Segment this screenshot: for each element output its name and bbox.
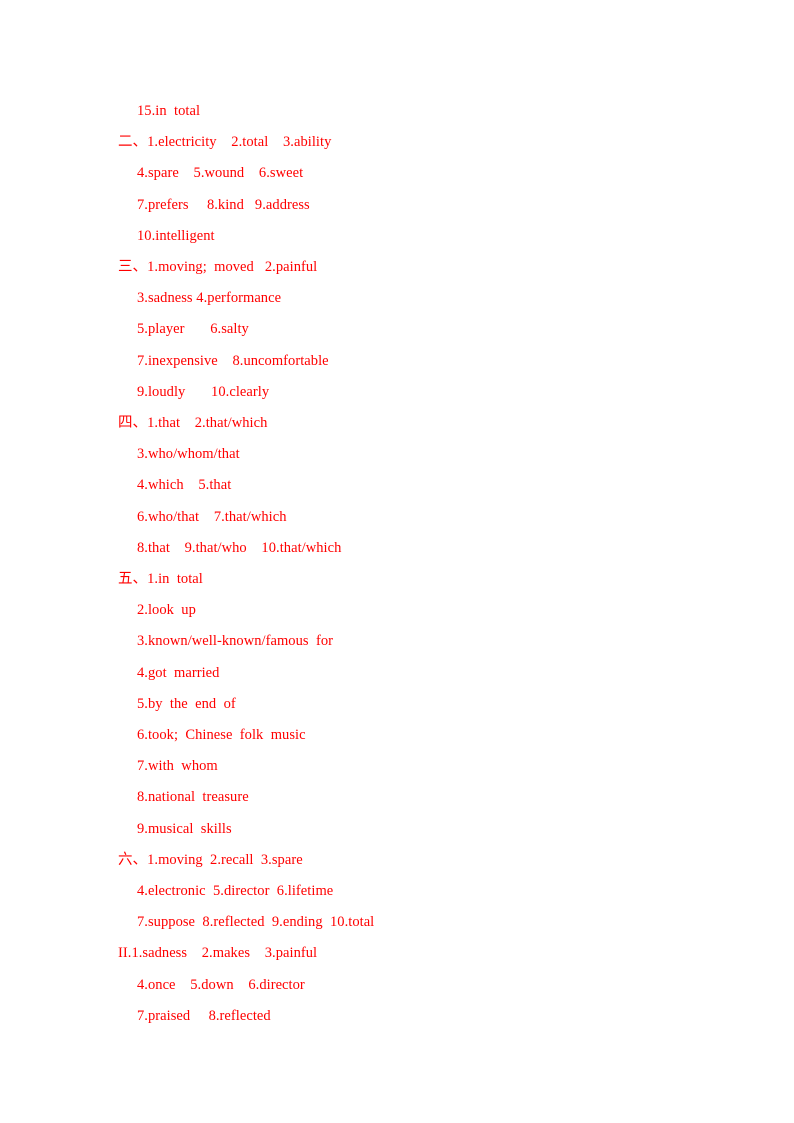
answer-line: 4.spare 5.wound 6.sweet [0, 158, 794, 189]
answer-line: 6.who/that 7.that/which [0, 502, 794, 533]
section-marker: 五、 [118, 571, 148, 588]
answer-line: 9.musical skills [0, 814, 794, 845]
answer-line-text: 1.sadness 2.makes 3.painful [131, 945, 318, 962]
answer-line-text: 4.once 5.down 6.director [137, 976, 305, 993]
answer-line-text: 7.inexpensive 8.uncomfortable [137, 352, 329, 369]
answer-line-text: 7.with whom [137, 758, 218, 775]
answer-line-text: 7.prefers 8.kind 9.address [137, 196, 310, 213]
answer-line: 7.inexpensive 8.uncomfortable [0, 346, 794, 377]
answer-line-text: 3.sadness 4.performance [137, 290, 282, 307]
answer-section-heading-line: 四、1.that 2.that/which [0, 408, 794, 439]
answer-line-text: 5.player 6.salty [137, 321, 249, 338]
answer-line: 4.which 5.that [0, 470, 794, 501]
section-marker: 三、 [118, 259, 148, 276]
answer-line: 3.sadness 4.performance [0, 283, 794, 314]
section-marker: 二、 [118, 134, 148, 151]
answer-section-heading-line: 二、1.electricity 2.total 3.ability [0, 127, 794, 158]
answer-line-text: 2.look up [137, 602, 196, 619]
answer-line-text: 4.electronic 5.director 6.lifetime [137, 883, 334, 900]
answer-line: 4.electronic 5.director 6.lifetime [0, 876, 794, 907]
answer-line: 7.with whom [0, 751, 794, 782]
answer-line: 6.took; Chinese folk music [0, 720, 794, 751]
answer-section-heading-line: 五、1.in total [0, 564, 794, 595]
answer-line: 8.national treasure [0, 782, 794, 813]
answer-line: 7.suppose 8.reflected 9.ending 10.total [0, 907, 794, 938]
answer-line-text: 1.that 2.that/which [147, 415, 268, 432]
answer-line-text: 1.moving; moved 2.painful [147, 259, 318, 276]
section-marker: II. [118, 945, 132, 962]
section-marker: 四、 [118, 415, 148, 432]
answer-line: 5.by the end of [0, 689, 794, 720]
answer-line-text: 10.intelligent [137, 227, 215, 244]
answer-line: 10.intelligent [0, 221, 794, 252]
answer-line-text: 7.suppose 8.reflected 9.ending 10.total [137, 914, 375, 931]
answer-line-text: 6.who/that 7.that/which [137, 508, 287, 525]
answer-line: 4.got married [0, 658, 794, 689]
answer-line-text: 8.that 9.that/who 10.that/which [137, 539, 342, 556]
answer-line-text: 1.in total [147, 571, 203, 588]
answer-line-text: 9.loudly 10.clearly [137, 383, 270, 400]
answer-line-text: 1.moving 2.recall 3.spare [147, 851, 303, 868]
answer-line: 8.that 9.that/who 10.that/which [0, 533, 794, 564]
answer-line: 3.who/whom/that [0, 439, 794, 470]
answer-line-text: 1.electricity 2.total 3.ability [147, 134, 332, 151]
answer-line-text: 9.musical skills [137, 820, 232, 837]
answer-section-heading-line: II.1.sadness 2.makes 3.painful [0, 938, 794, 969]
answer-key-page: 15.in total 二、1.electricity 2.total 3.abi… [0, 0, 794, 1123]
answer-section-heading-line: 六、1.moving 2.recall 3.spare [0, 845, 794, 876]
answer-line: 9.loudly 10.clearly [0, 377, 794, 408]
answer-line: 7.praised 8.reflected [0, 1001, 794, 1032]
answer-line-text: 3.who/whom/that [137, 446, 240, 463]
answer-line: 5.player 6.salty [0, 314, 794, 345]
answer-section-heading-line: 三、1.moving; moved 2.painful [0, 252, 794, 283]
answer-line: 4.once 5.down 6.director [0, 970, 794, 1001]
answer-line: 2.look up [0, 595, 794, 626]
answer-line: 3.known/well-known/famous for [0, 626, 794, 657]
answer-line-text: 4.which 5.that [137, 477, 232, 494]
answer-line-text: 8.national treasure [137, 789, 249, 806]
answer-line-text: 5.by the end of [137, 695, 236, 712]
answer-line-text: 7.praised 8.reflected [137, 1007, 271, 1024]
answer-line-text: 4.got married [137, 664, 220, 681]
answer-line-text: 6.took; Chinese folk music [137, 727, 306, 744]
answer-line: 15.in total [0, 96, 794, 127]
answer-lines-container: 15.in total 二、1.electricity 2.total 3.abi… [0, 96, 794, 1032]
answer-line: 7.prefers 8.kind 9.address [0, 190, 794, 221]
answer-line-text: 15.in total [137, 103, 201, 119]
section-marker: 六、 [118, 851, 148, 868]
answer-line-text: 4.spare 5.wound 6.sweet [137, 165, 304, 182]
answer-line-text: 3.known/well-known/famous for [137, 633, 334, 650]
